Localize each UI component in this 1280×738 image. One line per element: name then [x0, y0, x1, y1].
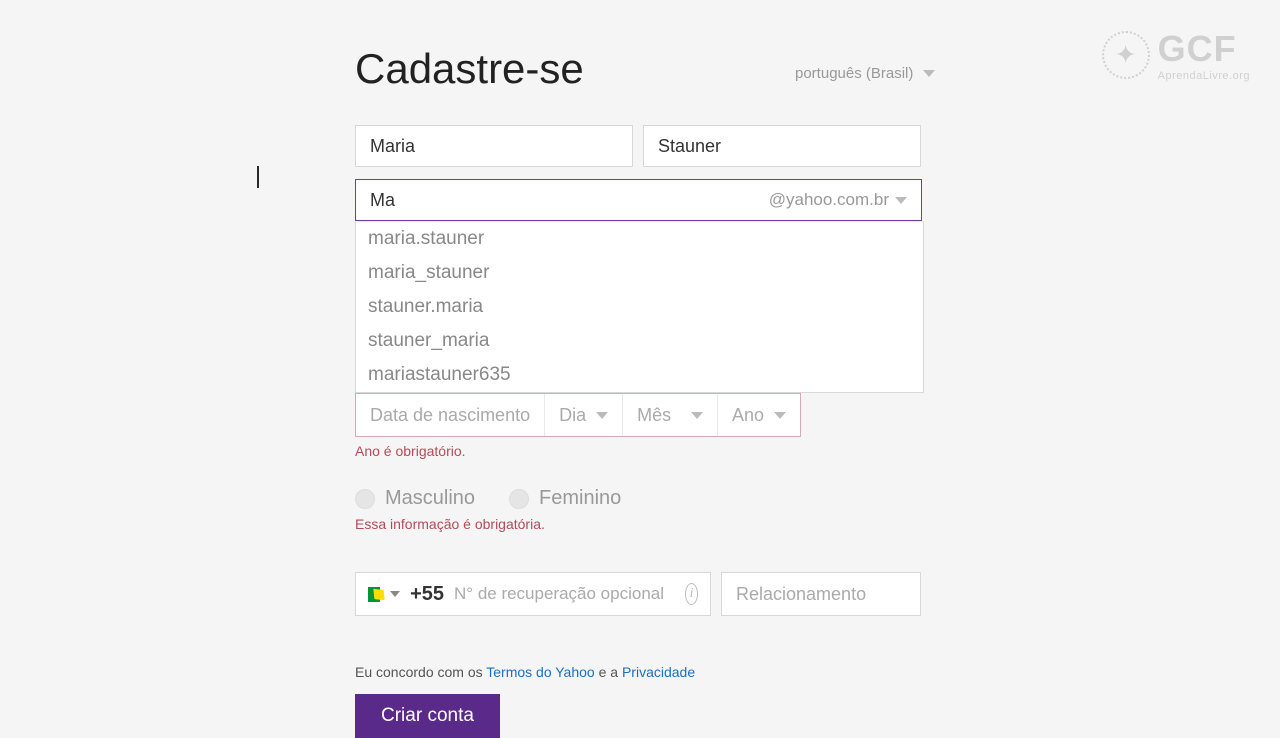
chevron-down-icon[interactable]: [390, 591, 400, 597]
gender-male-label: Masculino: [385, 487, 475, 510]
dob-error: Ano é obrigatório.: [355, 443, 925, 459]
gender-male-option[interactable]: Masculino: [355, 487, 475, 510]
relationship-select[interactable]: Relacionamento: [721, 572, 921, 616]
phone-field-wrapper: +55 i: [355, 572, 711, 616]
chevron-down-icon: [923, 70, 935, 77]
text-cursor-icon: [257, 166, 259, 188]
email-domain-label: @yahoo.com.br: [769, 190, 889, 210]
email-username-field[interactable]: [370, 190, 769, 211]
suggestion-item[interactable]: maria.stauner: [356, 222, 923, 256]
info-icon[interactable]: i: [685, 583, 698, 605]
terms-link[interactable]: Termos do Yahoo: [486, 664, 594, 680]
radio-icon: [509, 489, 529, 509]
first-name-field[interactable]: [355, 125, 633, 167]
dob-year-select[interactable]: Ano: [718, 394, 800, 436]
gender-error: Essa informação é obrigatória.: [355, 516, 925, 532]
last-name-field[interactable]: [643, 125, 921, 167]
recovery-phone-field[interactable]: [454, 584, 675, 604]
chevron-down-icon: [596, 412, 608, 419]
suggestion-item[interactable]: stauner.maria: [356, 290, 923, 324]
brand-logo: GCF AprendaLivre.org: [1102, 28, 1250, 82]
logo-main: GCF: [1158, 28, 1250, 70]
suggestion-item[interactable]: mariastauner635: [356, 358, 923, 392]
terms-text: Eu concordo com os Termos do Yahoo e a P…: [355, 664, 925, 680]
gender-female-option[interactable]: Feminino: [509, 487, 621, 510]
chevron-down-icon: [774, 412, 786, 419]
suggestion-item[interactable]: stauner_maria: [356, 324, 923, 358]
dob-group: Data de nascimento Dia Mês Ano: [355, 393, 801, 437]
suggestion-item[interactable]: maria_stauner: [356, 256, 923, 290]
dob-label: Data de nascimento: [356, 394, 545, 436]
dob-day-select[interactable]: Dia: [545, 394, 623, 436]
email-domain-selector[interactable]: @yahoo.com.br: [769, 190, 907, 210]
privacy-link[interactable]: Privacidade: [622, 664, 695, 680]
globe-icon: [1102, 31, 1150, 79]
create-account-button[interactable]: Criar conta: [355, 694, 500, 738]
email-field-wrapper: @yahoo.com.br maria.stauner maria_staune…: [355, 179, 922, 221]
chevron-down-icon: [691, 412, 703, 419]
gender-group: Masculino Feminino: [355, 487, 925, 510]
country-code: +55: [410, 583, 444, 606]
dob-month-select[interactable]: Mês: [623, 394, 718, 436]
chevron-down-icon: [895, 197, 907, 204]
gender-female-label: Feminino: [539, 487, 621, 510]
relationship-placeholder: Relacionamento: [736, 584, 866, 605]
flag-icon[interactable]: [368, 587, 380, 602]
logo-sub: AprendaLivre.org: [1158, 70, 1250, 82]
page-title: Cadastre-se: [355, 45, 925, 93]
email-suggestion-dropdown: maria.stauner maria_stauner stauner.mari…: [355, 221, 924, 393]
radio-icon: [355, 489, 375, 509]
